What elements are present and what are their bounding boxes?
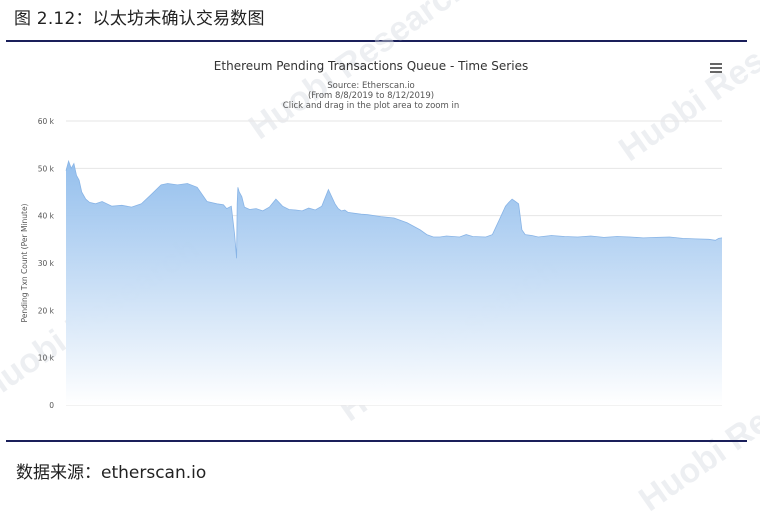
figure-source: 数据来源：etherscan.io <box>16 463 207 483</box>
y-tick-labels: 0 10 k 20 k 30 k 40 k 50 k 60 k <box>38 117 55 410</box>
hamburger-menu-icon <box>710 63 722 73</box>
pending-tx-area <box>66 161 722 405</box>
y-tick-label: 30 k <box>38 259 55 268</box>
y-tick-label: 0 <box>49 401 54 410</box>
chart-title: Ethereum Pending Transactions Queue - Ti… <box>214 59 528 73</box>
chart-subtitle-source: Source: Etherscan.io <box>327 81 415 91</box>
pending-tx-area-chart[interactable]: Ethereum Pending Transactions Queue - Ti… <box>6 43 747 438</box>
figure-caption: 图 2.12：以太坊未确认交易数图 <box>14 9 265 29</box>
y-tick-label: 60 k <box>38 117 55 126</box>
chart-container: Ethereum Pending Transactions Queue - Ti… <box>6 43 747 438</box>
y-tick-label: 50 k <box>38 164 55 173</box>
y-tick-label: 40 k <box>38 212 55 221</box>
top-rule <box>6 40 747 42</box>
y-tick-label: 10 k <box>38 354 55 363</box>
chart-subtitle-hint: Click and drag in the plot area to zoom … <box>283 101 459 111</box>
y-axis-label: Pending Txn Count (Per Minute) <box>20 203 29 322</box>
chart-menu-button[interactable] <box>710 63 722 73</box>
chart-subtitle-range: (From 8/8/2019 to 8/12/2019) <box>308 91 434 101</box>
y-tick-label: 20 k <box>38 306 55 315</box>
bottom-rule <box>6 440 747 442</box>
